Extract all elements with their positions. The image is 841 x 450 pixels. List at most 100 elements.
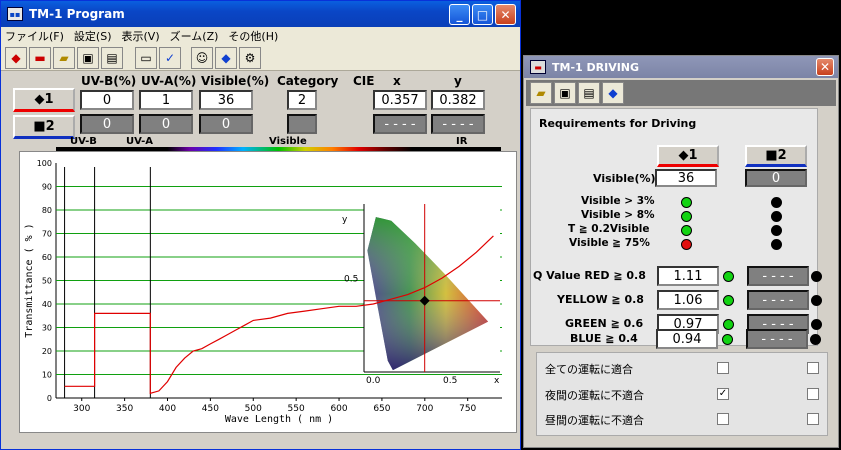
cie-x-value-2: - - - - (373, 114, 427, 134)
criterion-status-4-sample-2 (771, 239, 782, 250)
q-red-value-2: - - - - (747, 266, 809, 286)
check-day-sample-2[interactable] (807, 413, 819, 425)
check-label-night: 夜間の運転に不適合 (545, 389, 644, 402)
band-visible-label: Visible (269, 136, 307, 147)
uvb-value-1: 0 (80, 90, 134, 110)
open-folder-icon[interactable]: ▰ (530, 82, 552, 104)
q-red-status-1 (723, 271, 734, 282)
uva-header: UV-A(%) (141, 74, 197, 88)
x-tick-label: 450 (202, 404, 219, 414)
x-header: x (393, 74, 401, 88)
q-blue-value-1: 0.94 (656, 329, 718, 349)
q-red-label: Q Value RED ≧ 0.8 (533, 269, 646, 282)
uvb-header: UV-B(%) (81, 74, 137, 88)
q-blue-status-1 (722, 334, 733, 345)
close-button[interactable]: ✕ (495, 4, 516, 25)
q-red-status-2 (811, 271, 822, 282)
car-icon[interactable]: ▬ (29, 46, 51, 69)
cie-x-axis-label: x (494, 376, 500, 386)
minimize-button[interactable]: _ (449, 4, 470, 25)
gear-icon[interactable]: ⚙ (239, 46, 261, 69)
band-ir-label: IR (456, 136, 468, 147)
check-icon[interactable]: ✓ (159, 46, 181, 69)
save-icon[interactable]: ▣ (77, 46, 99, 69)
uvb-value-2: 0 (80, 114, 134, 134)
main-titlebar[interactable]: ▪▪ TM-1 Program _ □ ✕ (1, 1, 520, 27)
driving-title: TM-1 DRIVING (552, 60, 640, 74)
cie-x-tick-label: 0.5 (443, 376, 457, 386)
cie-header: CIE (353, 74, 375, 88)
band-uvb-label: UV-B (70, 136, 97, 147)
main-title: TM-1 Program (29, 7, 125, 21)
check-day-sample-1[interactable] (717, 413, 729, 425)
driving-titlebar[interactable]: ▬ TM-1 DRIVING ✕ (524, 56, 838, 78)
eraser-icon[interactable]: ◆ (215, 46, 237, 69)
q-blue-value-2: - - - - (746, 329, 808, 349)
print-icon[interactable]: ▤ (578, 82, 600, 104)
face-icon[interactable]: ☺ (191, 46, 213, 69)
category-header: Category (277, 74, 339, 88)
print-icon[interactable]: ▤ (101, 46, 123, 69)
q-yellow-status-2 (811, 295, 822, 306)
cie-x-value-1: 0.357 (373, 90, 427, 110)
color-icon[interactable]: ◆ (5, 46, 27, 69)
criterion-status-2-sample-2 (771, 211, 782, 222)
q-yellow-value-2: - - - - (747, 290, 809, 310)
q-blue-status-2 (810, 334, 821, 345)
save-icon[interactable]: ▣ (554, 82, 576, 104)
x-tick-label: 600 (330, 404, 347, 414)
driving-toolbar: ▰ ▣ ▤ ◆ (526, 80, 836, 106)
criterion-status-4-sample-1 (681, 239, 692, 250)
maximize-button[interactable]: □ (472, 4, 493, 25)
visible-value-2: 0 (199, 114, 253, 134)
menu-zoom[interactable]: ズーム(Z) (170, 28, 219, 44)
check-all-sample-2[interactable] (807, 362, 819, 374)
cie-y-value-2: - - - - (431, 114, 485, 134)
eraser-icon[interactable]: ◆ (602, 82, 624, 104)
sample-1-button[interactable]: ◆1 (13, 88, 75, 112)
y-tick-label: 70 (42, 230, 52, 239)
uva-value-2: 0 (139, 114, 193, 134)
criterion-label-3: T ≧ 0.2Visible (568, 223, 650, 235)
menu-file[interactable]: ファイル(F) (5, 28, 64, 44)
main-toolbar: ◆ ▬ ▰ ▣ ▤ ▭ ✓ ☺ ◆ ⚙ (1, 45, 520, 71)
cie-y-tick-label: 0.5 (344, 275, 358, 285)
x-tick-label: 650 (373, 404, 390, 414)
transmittance-chart: 1009080706050403020100300 350 400 450 500 550… (24, 159, 502, 425)
driving-close-button[interactable]: ✕ (816, 58, 834, 76)
cie-y-value-1: 0.382 (431, 90, 485, 110)
criterion-label-4: Visible ≧ 75% (569, 237, 650, 249)
check-label-all: 全ての運転に適合 (545, 363, 633, 376)
sample-2-label: ■2 (33, 119, 55, 134)
check-night-sample-2[interactable] (807, 388, 819, 400)
spectrum-band: UV-B UV-A Visible IR (56, 136, 501, 151)
band-uva-label: UV-A (126, 136, 154, 147)
driving-sample-2-button[interactable]: ■2 (745, 145, 807, 167)
x-tick-label: 550 (288, 404, 305, 414)
open-folder-icon[interactable]: ▰ (53, 46, 75, 69)
q-green-status-2 (811, 319, 822, 330)
criterion-label-1: Visible > 3% (581, 195, 655, 207)
check-night-sample-1[interactable]: ✓ (717, 388, 729, 400)
driving-sample-2-label: ■2 (765, 148, 787, 163)
app-icon: ▪▪ (7, 7, 23, 21)
menu-other[interactable]: その他(H) (228, 28, 278, 44)
cie-x-tick-label: 0.0 (366, 376, 381, 386)
q-red-value-1: 1.11 (657, 266, 719, 286)
y-tick-label: 50 (42, 277, 52, 286)
q-yellow-label: YELLOW ≧ 0.8 (557, 293, 644, 306)
sample-2-button[interactable]: ■2 (13, 115, 75, 139)
x-tick-label: 350 (116, 404, 133, 414)
menu-settings[interactable]: 設定(S) (74, 28, 112, 44)
criterion-status-3-sample-2 (771, 225, 782, 236)
y-tick-label: 30 (42, 324, 52, 333)
keyboard-icon[interactable]: ▭ (135, 46, 157, 69)
driving-visible-2: 0 (745, 169, 807, 187)
q-green-label: GREEN ≧ 0.6 (565, 317, 644, 330)
driving-sample-1-button[interactable]: ◆1 (657, 145, 719, 167)
cie-y-axis-label: y (342, 215, 348, 225)
y-tick-label: 60 (42, 253, 52, 262)
menu-view[interactable]: 表示(V) (122, 28, 160, 44)
y-tick-label: 80 (42, 206, 52, 215)
check-all-sample-1[interactable] (717, 362, 729, 374)
